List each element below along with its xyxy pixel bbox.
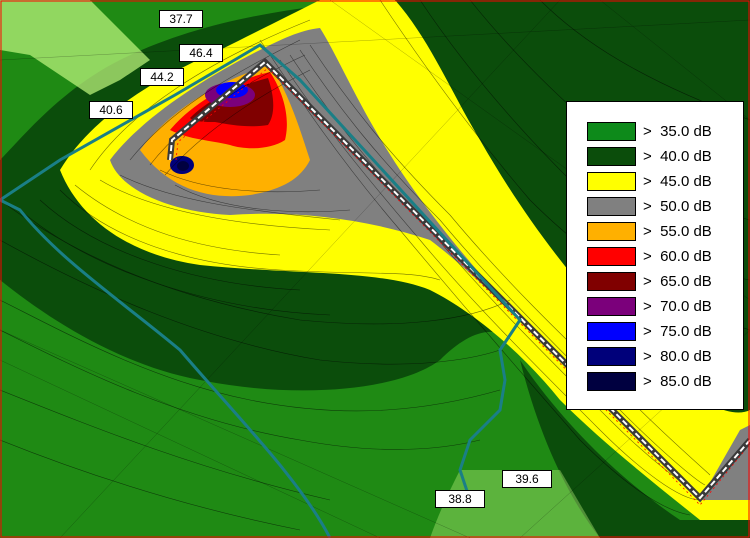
legend-swatch — [587, 221, 636, 241]
legend-swatch — [587, 146, 636, 166]
noise-map: 37.7 46.4 44.2 40.6 39.6 38.8 > 35.0 dB >… — [0, 0, 750, 538]
legend-label: > 50.0 dB — [643, 197, 712, 215]
legend-label: > 75.0 dB — [643, 322, 712, 340]
legend-swatch — [587, 196, 636, 216]
legend-item: > 55.0 dB — [587, 220, 712, 242]
legend-label: > 85.0 dB — [643, 372, 712, 390]
legend-item: > 45.0 dB — [587, 170, 712, 192]
legend-item: > 70.0 dB — [587, 295, 712, 317]
legend-label: > 55.0 dB — [643, 222, 712, 240]
legend-label: > 40.0 dB — [643, 147, 712, 165]
value-label: 38.8 — [435, 490, 485, 508]
value-label: 40.6 — [89, 101, 133, 119]
legend-swatch — [587, 171, 636, 191]
legend-item: > 40.0 dB — [587, 145, 712, 167]
legend-swatch — [587, 246, 636, 266]
legend-item: > 35.0 dB — [587, 120, 712, 142]
legend-label: > 65.0 dB — [643, 272, 712, 290]
legend-item: > 80.0 dB — [587, 345, 712, 367]
legend-swatch — [587, 296, 636, 316]
legend-item: > 75.0 dB — [587, 320, 712, 342]
legend: > 35.0 dB > 40.0 dB > 45.0 dB > 50.0 dB > 55… — [566, 101, 744, 410]
legend-label: > 45.0 dB — [643, 172, 712, 190]
legend-item: > 85.0 dB — [587, 370, 712, 392]
legend-item: > 50.0 dB — [587, 195, 712, 217]
value-label: 46.4 — [179, 44, 223, 62]
zone-85db — [177, 161, 189, 171]
legend-label: > 60.0 dB — [643, 247, 712, 265]
value-label: 37.7 — [159, 10, 203, 28]
legend-label: > 35.0 dB — [643, 122, 712, 140]
legend-swatch — [587, 371, 636, 391]
legend-swatch — [587, 346, 636, 366]
legend-swatch — [587, 271, 636, 291]
legend-label: > 80.0 dB — [643, 347, 712, 365]
legend-swatch — [587, 121, 636, 141]
legend-item: > 65.0 dB — [587, 270, 712, 292]
value-label: 44.2 — [140, 68, 184, 86]
legend-swatch — [587, 321, 636, 341]
legend-label: > 70.0 dB — [643, 297, 712, 315]
legend-item: > 60.0 dB — [587, 245, 712, 267]
value-label: 39.6 — [502, 470, 552, 488]
